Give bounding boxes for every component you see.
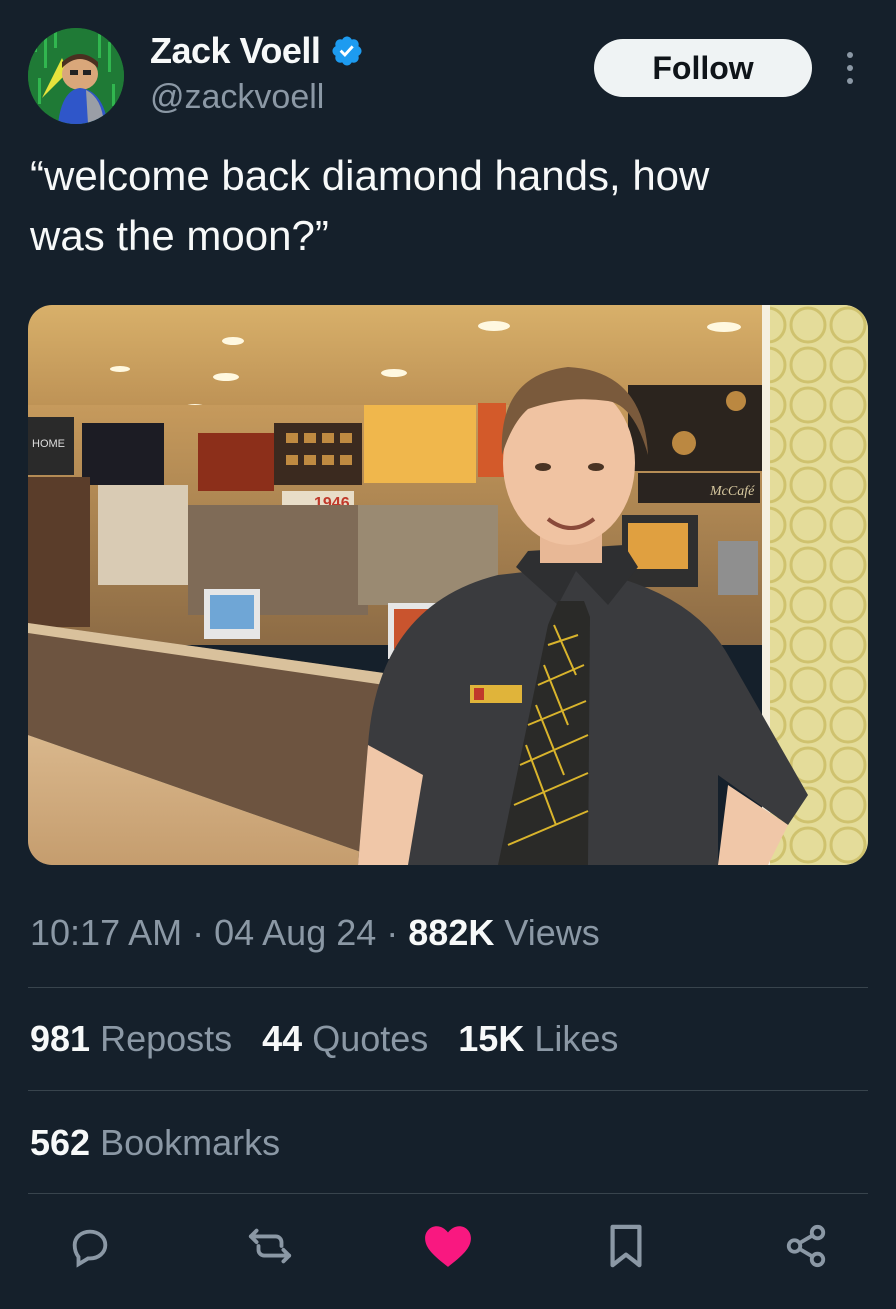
likes-count: 15K (458, 1018, 525, 1059)
menu-board-home-text: HOME (32, 438, 65, 450)
likes-stat[interactable]: 15K Likes (458, 1018, 618, 1060)
action-bar (0, 1220, 896, 1280)
tweet-time[interactable]: 10:17 AM (30, 912, 182, 953)
repost-icon (248, 1228, 292, 1264)
divider (28, 1193, 868, 1194)
repost-button[interactable] (244, 1220, 296, 1272)
likes-label: Likes (534, 1018, 619, 1059)
views-label[interactable]: Views (494, 912, 599, 953)
follow-button[interactable]: Follow (594, 39, 812, 97)
bookmark-button[interactable] (600, 1220, 652, 1272)
tweet-text: “welcome back diamond hands, how was the… (30, 152, 710, 259)
share-icon (786, 1224, 826, 1268)
avatar[interactable] (28, 28, 124, 124)
mccafe-sign-text: McCafé (709, 484, 755, 499)
verified-badge-icon (332, 36, 362, 66)
author-name-row: Zack Voell (150, 30, 364, 72)
reposts-label: Reposts (100, 1018, 233, 1059)
author-display-name[interactable]: Zack Voell (150, 30, 321, 72)
bookmark-icon (610, 1224, 642, 1268)
quotes-count: 44 (262, 1018, 303, 1059)
meta-separator: · (376, 912, 409, 953)
reply-icon (72, 1229, 108, 1268)
more-options-icon[interactable] (836, 46, 864, 90)
tweet-header: Zack Voell @zackvoell Follow (0, 0, 896, 130)
bookmarks-stat[interactable]: 562 Bookmarks (30, 1122, 280, 1164)
divider (28, 987, 868, 988)
share-button[interactable] (780, 1220, 832, 1272)
like-icon (425, 1226, 471, 1267)
quotes-stat[interactable]: 44 Quotes (262, 1018, 428, 1060)
reposts-count: 981 (30, 1018, 91, 1059)
divider (28, 1090, 868, 1091)
reply-button[interactable] (64, 1220, 116, 1272)
views-count[interactable]: 882K (408, 912, 494, 953)
author-handle[interactable]: @zackvoell (150, 78, 324, 117)
quotes-label: Quotes (312, 1018, 429, 1059)
bookmarks-label: Bookmarks (100, 1122, 281, 1163)
like-button[interactable] (422, 1220, 474, 1272)
engagement-stats: 981 Reposts 44 Quotes 15K Likes (30, 1018, 648, 1060)
tweet-photo[interactable]: HOME 1946 McCafé (28, 305, 868, 865)
meta-separator: · (182, 912, 215, 953)
tweet-date[interactable]: 04 Aug 24 (214, 912, 376, 953)
bookmarks-count: 562 (30, 1122, 91, 1163)
reposts-stat[interactable]: 981 Reposts (30, 1018, 232, 1060)
tweet-metadata: 10:17 AM · 04 Aug 24 · 882K Views (30, 912, 600, 954)
